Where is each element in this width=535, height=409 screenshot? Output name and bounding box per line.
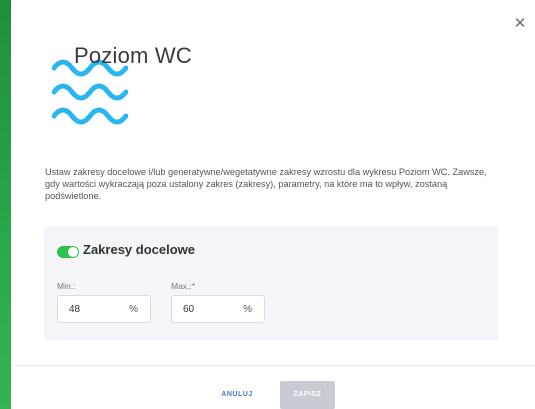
- max-value: 60: [183, 304, 195, 315]
- min-value: 48: [69, 304, 81, 315]
- save-button[interactable]: ZAPISZ: [280, 381, 335, 409]
- max-unit: %: [243, 304, 252, 315]
- cancel-button[interactable]: ANULUJ: [209, 382, 265, 408]
- footer-divider: [11, 365, 535, 366]
- max-label: Max.:*: [171, 281, 196, 291]
- min-unit: %: [129, 304, 138, 315]
- target-ranges-panel: Zakresy docelowe Min.: 48 % Max.:* 60 %: [44, 226, 498, 340]
- section-title: Zakresy docelowe: [83, 242, 195, 257]
- close-icon[interactable]: ✕: [510, 14, 530, 34]
- target-ranges-toggle[interactable]: [57, 246, 79, 258]
- min-label: Min.:: [57, 281, 76, 291]
- min-input[interactable]: 48 %: [57, 295, 151, 323]
- max-input[interactable]: 60 %: [171, 295, 265, 323]
- modal-dialog: ✕ Poziom WC Ustaw zakresy docelowe i/lub…: [11, 0, 535, 409]
- dialog-title: Poziom WC: [74, 43, 192, 68]
- toggle-knob: [68, 247, 78, 257]
- dialog-description: Ustaw zakresy docelowe i/lub generatywne…: [45, 167, 487, 201]
